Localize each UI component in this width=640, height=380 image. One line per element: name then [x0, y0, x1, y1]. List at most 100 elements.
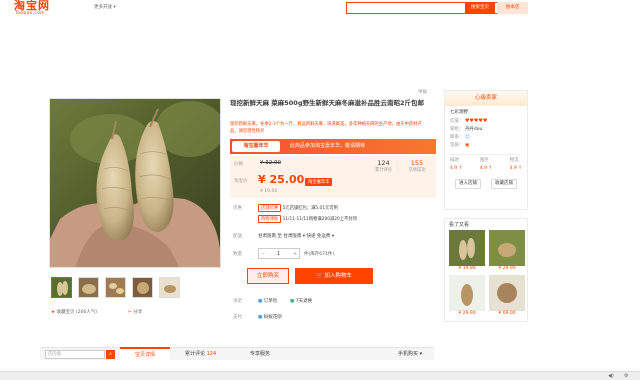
- score-desc: 描述 4.9 ↑: [450, 157, 462, 173]
- sales-label: 累计评论: [374, 168, 393, 173]
- product-main-image[interactable]: [49, 98, 221, 268]
- region-selector[interactable]: 更多开放 ▾: [94, 4, 116, 10]
- tab-reviews[interactable]: 累计评论 124: [185, 350, 216, 357]
- qualification-icon[interactable]: ▣: [465, 143, 469, 148]
- delivery-label: 配送: [233, 234, 242, 239]
- status-bar: ◀) ⚙: [0, 371, 640, 380]
- promise-1-text: 订单险: [263, 299, 278, 304]
- seller-name[interactable]: 七彩源野: [450, 109, 522, 117]
- trade-count: 155: [410, 159, 424, 167]
- promise-label: 承诺: [233, 299, 242, 304]
- search-shop-button[interactable]: 搜本店: [497, 2, 528, 14]
- see-also-item[interactable]: ¥ 19.90: [449, 230, 485, 271]
- product-title: 现挖新鲜天麻 菜麻500g野生新鲜天麻冬麻滋补品胜云南昭2斤包邮: [230, 99, 425, 107]
- price-label: 价格: [234, 162, 243, 167]
- thumbnail-2[interactable]: [78, 277, 99, 298]
- promo-price: ¥ 25.00: [258, 173, 305, 186]
- quantity-stepper[interactable]: − 1 +: [258, 248, 300, 259]
- seller-panel: 心级卖家 七彩源野 信誉： ♥♥♥♥♥ 掌柜： 丹丹dou 联系： ☺ 资质： …: [444, 90, 528, 210]
- original-price: ¥ 32.00: [260, 160, 281, 166]
- search-icon[interactable]: ⌕: [106, 350, 115, 359]
- benefit-row-1[interactable]: 店铺优惠 5元店铺红包；满5.01元可用: [258, 204, 338, 212]
- logo-sub-text: Taobao.com: [15, 11, 45, 16]
- score-service-title: 服务: [479, 158, 489, 163]
- favorite-shop-button[interactable]: 收藏店铺: [491, 179, 517, 189]
- promo-price-label: 淘宝价: [234, 179, 248, 184]
- add-to-cart-button[interactable]: 🛒 加入购物车: [295, 268, 373, 284]
- score-logistics-title: 物流: [509, 158, 519, 163]
- star-icon: ★: [51, 310, 56, 315]
- see-also-price: ¥ 29.90: [458, 311, 476, 316]
- huabei-icon: ■: [258, 315, 263, 320]
- shop-search-input[interactable]: 店内搜: [45, 350, 105, 359]
- stock-text: 件(库存671件): [304, 252, 335, 257]
- promo-note: ¥ 19.00: [260, 189, 278, 194]
- zoom-icon[interactable]: ⌕: [207, 257, 217, 267]
- see-also-price: ¥ 19.90: [458, 266, 476, 271]
- benefit-text-1: 5元店铺红包；满5.01元可用: [282, 206, 338, 211]
- score-desc-title: 描述: [450, 158, 459, 163]
- payment-item-1[interactable]: ■ 蚂蚁花呗: [258, 314, 282, 320]
- see-also-price: ¥ 29.90: [498, 266, 516, 271]
- logo-main-text: 淘宝网: [14, 0, 50, 12]
- detail-tabs: 店内搜 ⌕ 宝贝详情 累计评论 124 专享服务 手机购买 ▾: [40, 347, 434, 361]
- phone-buy-link[interactable]: 手机购买 ▾: [398, 350, 422, 357]
- seller-qual-label: 资质：: [450, 143, 464, 148]
- score-service-value: 4.9 ↑: [479, 166, 493, 171]
- carnival-banner[interactable]: 淘宝嘉年华 此商品参加淘宝嘉年华，敬请期待: [230, 139, 436, 154]
- product-subtitle: 现挖新鲜天麻，冬季2-3个为一斤，真品新鲜天麻，味道鲜美，多年种植天麻的主产地，…: [230, 122, 422, 134]
- quantity-value[interactable]: 1: [277, 251, 280, 257]
- see-also-image: [489, 230, 525, 266]
- see-also-grid: ¥ 19.90 ¥ 29.90 ¥ 29.90 ¥ 69.00: [445, 230, 527, 316]
- tab-service[interactable]: 专享服务: [250, 350, 270, 357]
- see-also-head: 看了又看: [449, 222, 470, 228]
- see-also-item[interactable]: ¥ 29.90: [449, 275, 485, 316]
- search-all-button[interactable]: 搜索宝贝: [465, 2, 495, 14]
- share-icon: ✂: [128, 310, 132, 315]
- tab-reviews-count: 124: [206, 351, 217, 357]
- heart-rating-icon: ♥♥♥♥♥: [464, 118, 488, 124]
- score-logistics: 物流 4.9 ↑: [510, 157, 522, 173]
- seller-contact[interactable]: 丹丹dou: [465, 127, 482, 132]
- return-icon: ■: [290, 299, 295, 304]
- taobao-logo[interactable]: 淘宝网 Taobao.com: [14, 0, 50, 16]
- thumbnail-1[interactable]: [51, 277, 72, 298]
- favorite-count: (266人气): [75, 310, 98, 315]
- plus-button[interactable]: +: [293, 251, 297, 257]
- sales-stat: 124 累计评论: [370, 159, 398, 173]
- payment-1-text: 蚂蚁花呗: [263, 315, 282, 320]
- seller-level-label: 信誉：: [450, 119, 464, 124]
- see-also-panel: 看了又看 ¥ 19.90 ¥ 29.90 ¥ 29.90 ¥ 69.00: [444, 218, 528, 322]
- see-also-item[interactable]: ¥ 29.90: [489, 230, 525, 271]
- see-also-image: [449, 230, 485, 266]
- seller-scores: 描述 4.9 ↑ 服务 4.9 ↑ 物流 4.9 ↑: [450, 154, 522, 173]
- score-service: 服务 4.9 ↑: [480, 157, 492, 173]
- favorite-item[interactable]: ★ 收藏宝贝 (266人气): [51, 309, 97, 315]
- seller-contact-row: 掌柜： 丹丹dou: [450, 126, 522, 134]
- shield-icon: ■: [258, 299, 263, 304]
- tab-detail[interactable]: 宝贝详情: [120, 347, 170, 361]
- search-box[interactable]: 搜索宝贝 搜本店: [346, 2, 528, 14]
- settings-icon[interactable]: ⚙: [624, 373, 628, 379]
- share-link[interactable]: ✂ 分享: [128, 309, 142, 315]
- see-also-item[interactable]: ¥ 69.00: [489, 275, 525, 316]
- thumbnail-3[interactable]: [105, 277, 126, 298]
- trade-stat: 155 交易成功: [402, 159, 432, 173]
- report-link[interactable]: 举报: [418, 89, 427, 95]
- volume-icon[interactable]: ◀): [608, 373, 614, 379]
- wangwang-icon[interactable]: ☺: [465, 135, 470, 140]
- minus-button[interactable]: −: [261, 251, 265, 257]
- carnival-text: 此商品参加淘宝嘉年华，敬请期待: [290, 143, 366, 149]
- buy-now-button[interactable]: 立即购买: [247, 268, 289, 284]
- benefit-row-2[interactable]: 购物津贴 11/11-11/11购物满200减20上不封顶: [258, 215, 357, 223]
- tianma-photo: [50, 99, 220, 267]
- delivery-select[interactable]: 甘肃陇南 至 甘肃陇南 ▾ 快递 免运费 ▾: [258, 233, 334, 239]
- enter-shop-button[interactable]: 进入店铺: [455, 179, 481, 189]
- thumbnail-5[interactable]: [159, 277, 180, 298]
- promise-item-2[interactable]: ■ 7天退换: [290, 298, 312, 304]
- promise-item-1[interactable]: ■ 订单险: [258, 298, 277, 304]
- cart-icon: 🛒: [315, 273, 323, 279]
- seller-qual-row: 资质： ▣: [450, 142, 522, 150]
- thumbnail-4[interactable]: [132, 277, 153, 298]
- share-label: 分享: [133, 310, 143, 315]
